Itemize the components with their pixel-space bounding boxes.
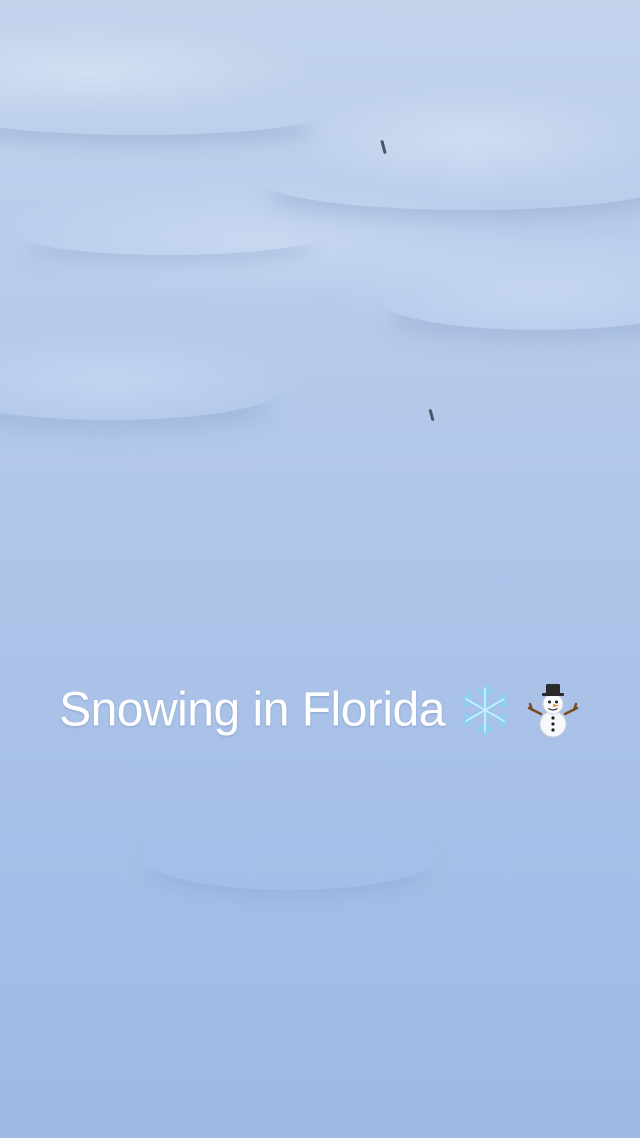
video-frame: Snowing in Florida <box>0 0 640 1138</box>
snow-drift <box>0 360 280 420</box>
snow-drift <box>380 270 640 330</box>
snow-drift <box>140 820 440 890</box>
snowman-icon <box>527 684 579 738</box>
video-caption: Snowing in Florida <box>0 672 640 746</box>
snow-drift <box>260 150 640 210</box>
snowflake-icon <box>461 684 508 737</box>
snow-drift <box>0 95 320 135</box>
debris-speck <box>380 139 387 155</box>
snow-drift <box>20 215 320 255</box>
debris-speck <box>428 408 435 422</box>
caption-text: Snowing in Florida <box>59 683 445 737</box>
